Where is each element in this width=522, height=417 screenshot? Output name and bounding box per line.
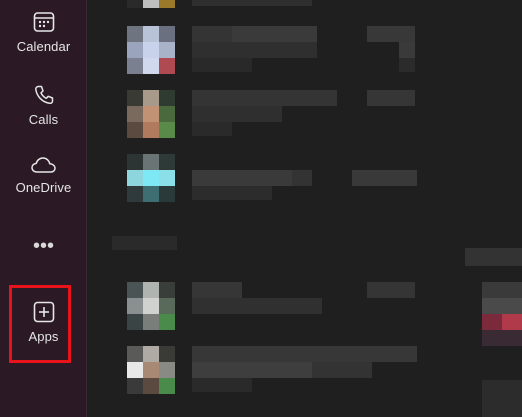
list-item [482, 380, 522, 417]
chat-list-pixelated [87, 0, 522, 417]
list-item[interactable] [87, 26, 522, 88]
list-item[interactable] [87, 154, 522, 216]
list-item[interactable] [87, 282, 522, 346]
avatar [127, 26, 175, 74]
list-item[interactable] [87, 90, 522, 152]
onedrive-label: OneDrive [15, 180, 72, 195]
calendar-label: Calendar [16, 39, 71, 54]
list-item [465, 248, 522, 266]
cloud-icon [30, 155, 58, 175]
avatar [127, 282, 175, 330]
calendar-nav-item[interactable]: Calendar [0, 10, 87, 54]
app-rail: Calendar Calls OneDrive ••• Apps [0, 0, 87, 417]
apps-nav-item[interactable]: Apps [0, 300, 87, 344]
calendar-icon [32, 10, 56, 34]
avatar [127, 346, 175, 394]
onedrive-nav-item[interactable]: OneDrive [0, 155, 87, 195]
more-apps-button[interactable]: ••• [0, 236, 87, 256]
avatar [127, 154, 175, 202]
calls-nav-item[interactable]: Calls [0, 83, 87, 127]
calls-label: Calls [28, 112, 59, 127]
add-apps-icon [32, 300, 56, 324]
apps-label: Apps [28, 329, 59, 344]
avatar [127, 90, 175, 138]
phone-icon [32, 83, 56, 107]
list-item[interactable] [87, 346, 522, 408]
